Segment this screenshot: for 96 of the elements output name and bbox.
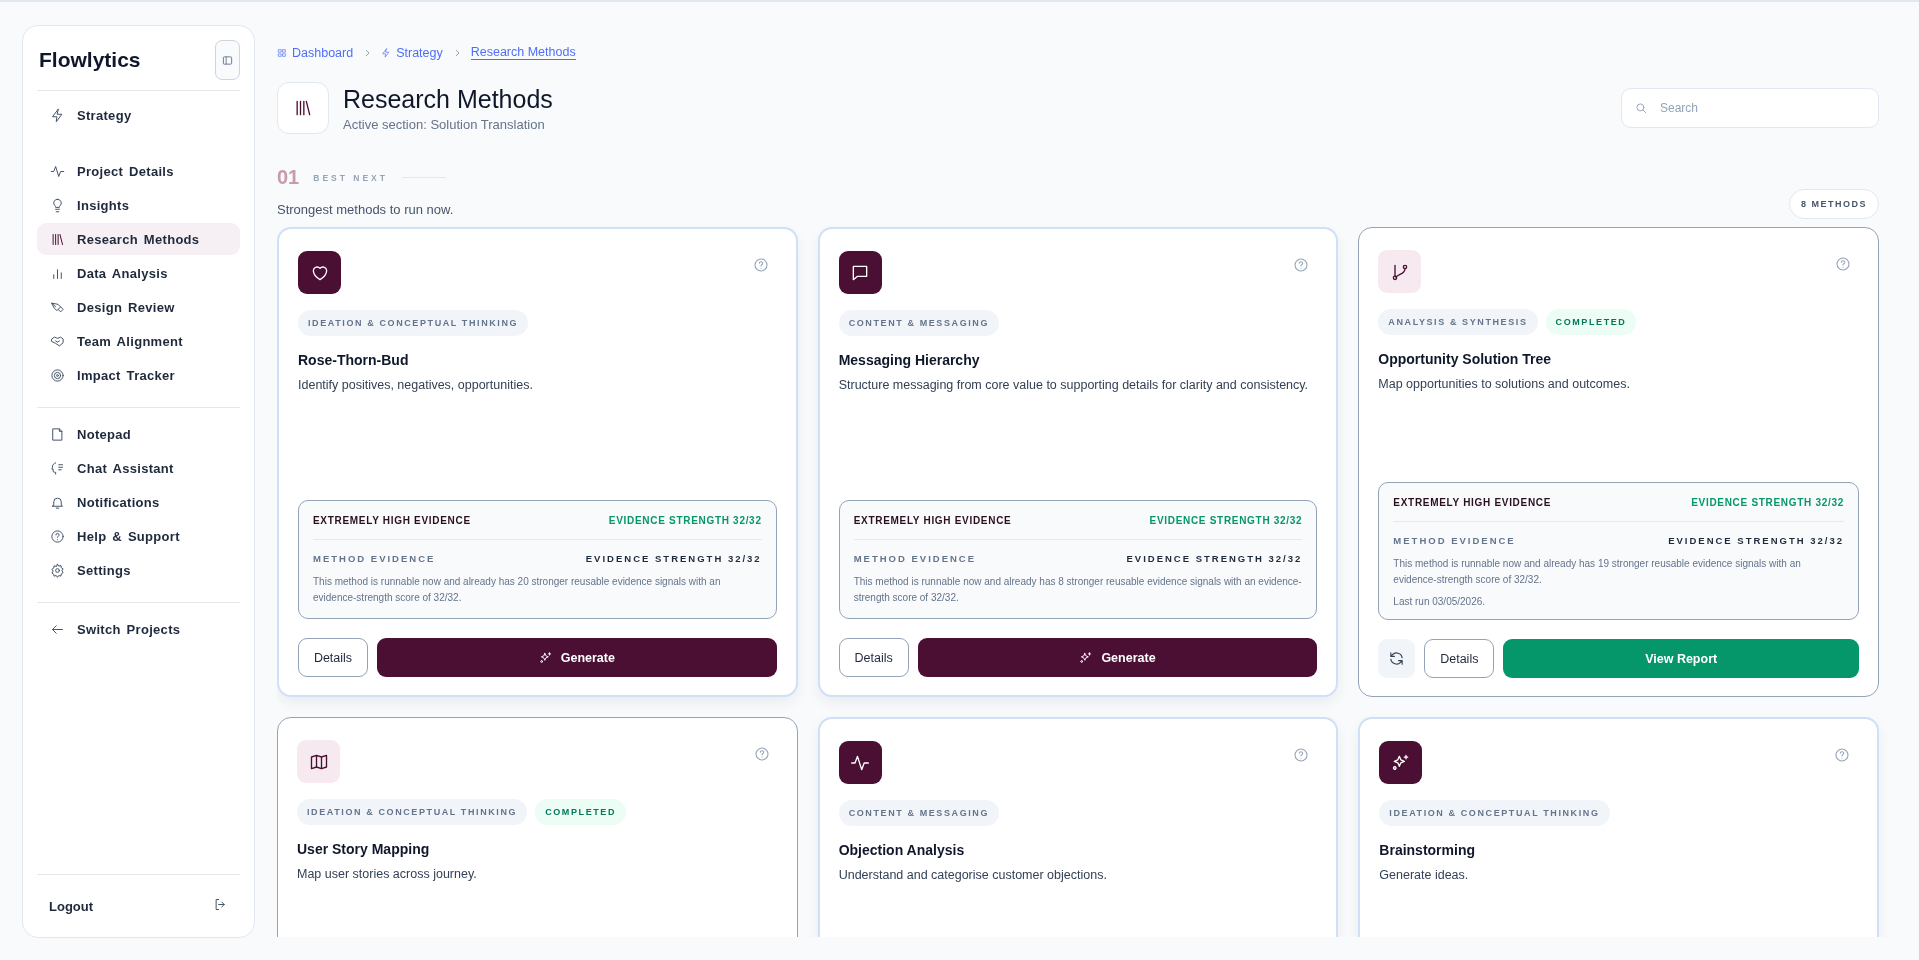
generate-button[interactable]: Generate xyxy=(917,638,1318,677)
method-title: Messaging Hierarchy xyxy=(838,352,981,368)
evidence-strength: EVIDENCE STRENGTH 32/32 xyxy=(1149,515,1303,526)
method-description: Understand and categorise customer objections. xyxy=(838,868,1108,882)
category-tag: CONTENT & MESSAGING xyxy=(838,800,1000,826)
nav-item[interactable]: Data Analysis xyxy=(37,257,240,289)
evidence-level: EXTREMELY HIGH EVIDENCE xyxy=(313,515,471,526)
category-tag: IDEATION & CONCEPTUAL THINKING xyxy=(1379,800,1610,826)
grid-icon xyxy=(277,47,287,58)
search-field[interactable]: Search xyxy=(1621,88,1879,128)
help-icon[interactable] xyxy=(1293,257,1310,273)
lightning-bolt-icon xyxy=(50,107,65,123)
help-icon xyxy=(50,528,65,544)
help-icon[interactable] xyxy=(1835,256,1851,272)
page-title: Research Methods xyxy=(343,84,553,114)
method-count-badge: 8 METHODS xyxy=(1789,189,1879,219)
nav-item[interactable]: Help & Support xyxy=(37,520,240,552)
status-tag: COMPLETED xyxy=(535,799,627,825)
section-number: 01 xyxy=(277,166,300,189)
chevron-icon xyxy=(363,48,372,57)
nav-item[interactable]: Notepad xyxy=(37,418,240,450)
search-input[interactable]: Search xyxy=(1658,100,1866,116)
help-icon[interactable] xyxy=(1834,747,1850,763)
sparkles-icon xyxy=(1079,650,1094,665)
evidence-note: This method is runnable now and already has 19 stronger reusable evidence signals with an evidence-strength score of 32/32. xyxy=(1393,557,1802,587)
nav-item[interactable]: Team Alignment xyxy=(37,325,240,357)
refresh-button[interactable] xyxy=(1378,639,1416,678)
settings-icon xyxy=(50,562,65,578)
details-button[interactable]: Details xyxy=(838,638,909,677)
help-icon[interactable] xyxy=(1293,747,1310,763)
evidence-strength: EVIDENCE STRENGTH 32/32 xyxy=(1691,497,1844,508)
books-icon xyxy=(50,231,65,247)
method-title: User Story Mapping xyxy=(297,841,431,857)
method-evidence-label: METHOD EVIDENCE xyxy=(853,553,977,564)
breadcrumb-link[interactable]: Strategy xyxy=(381,45,443,60)
search-icon xyxy=(1634,101,1648,115)
evidence-level: EXTREMELY HIGH EVIDENCE xyxy=(853,515,1012,526)
evidence-strength: EVIDENCE STRENGTH 32/32 xyxy=(585,553,762,564)
pulse-line-icon xyxy=(50,163,65,179)
evidence-level: EXTREMELY HIGH EVIDENCE xyxy=(1393,497,1552,508)
method-title: Opportunity Solution Tree xyxy=(1378,351,1552,367)
nav-item[interactable]: Impact Tracker xyxy=(37,359,240,391)
method-description: Identify positives, negatives, opportunities. xyxy=(298,378,534,392)
generate-button[interactable]: Generate xyxy=(377,638,777,677)
method-description: Map user stories across journey. xyxy=(297,867,478,881)
help-icon[interactable] xyxy=(752,257,769,273)
status-tag: COMPLETED xyxy=(1545,309,1637,335)
evidence-strength: EVIDENCE STRENGTH 32/32 xyxy=(1668,535,1844,546)
bell-icon xyxy=(50,494,65,510)
section-label: BEST NEXT xyxy=(313,172,388,183)
method-title: Objection Analysis xyxy=(838,842,966,858)
lightning-bolt-icon xyxy=(381,47,392,58)
category-tag: CONTENT & MESSAGING xyxy=(838,310,1000,336)
panel-icon xyxy=(222,54,233,66)
logout-icon[interactable] xyxy=(213,896,228,912)
method-description: Structure messaging from core value to supporting details for clarity and consistency. xyxy=(838,378,1310,392)
page-subtitle: Active section: Solution Translation xyxy=(343,116,546,132)
method-description: Generate ideas. xyxy=(1379,868,1470,882)
breadcrumb-link[interactable]: Dashboard xyxy=(277,45,354,60)
nav-item[interactable]: Research Methods xyxy=(37,223,240,255)
target-icon xyxy=(50,367,65,383)
nav-item[interactable]: Strategy xyxy=(37,99,240,131)
nav-item[interactable]: Settings xyxy=(37,554,240,586)
note-icon xyxy=(50,426,65,442)
sparkles-icon xyxy=(1390,752,1411,773)
evidence-strength: EVIDENCE STRENGTH 32/32 xyxy=(608,515,762,526)
refresh-icon xyxy=(1388,650,1406,667)
method-description: Map opportunities to solutions and outcomes. xyxy=(1378,377,1631,391)
details-button[interactable]: Details xyxy=(298,638,368,677)
category-tag: IDEATION & CONCEPTUAL THINKING xyxy=(297,799,528,825)
method-title: Brainstorming xyxy=(1379,842,1476,858)
view-report-button[interactable]: View Report xyxy=(1503,639,1859,678)
sparkles-icon xyxy=(538,650,553,665)
nav-item[interactable]: Notifications xyxy=(37,486,240,518)
nav-item[interactable]: Switch Projects xyxy=(37,613,240,645)
method-title: Rose-Thorn-Bud xyxy=(298,352,410,368)
details-button[interactable]: Details xyxy=(1424,639,1495,678)
nav-item[interactable]: Chat Assistant xyxy=(37,452,240,484)
breadcrumb-link[interactable]: Research Methods xyxy=(470,45,576,60)
evidence-note: This method is runnable now and already has 8 stronger reusable evidence signals with an evidence-strength score of 32/32. xyxy=(853,575,1303,605)
nav-item[interactable]: Design Review xyxy=(37,291,240,323)
brand-name: Flowlytics xyxy=(39,48,141,72)
logout-link[interactable]: Logout xyxy=(49,898,94,914)
section-subtitle: Strongest methods to run now. xyxy=(277,202,454,219)
evidence-note: This method is runnable now and already has 20 stronger reusable evidence signals with an evidence-strength score of 32/32. xyxy=(313,575,722,605)
category-tag: ANALYSIS & SYNTHESIS xyxy=(1378,309,1538,335)
help-icon[interactable] xyxy=(753,746,770,762)
nav-item[interactable]: Project Details xyxy=(37,155,240,187)
lightbulb-icon xyxy=(50,197,65,213)
category-tag: IDEATION & CONCEPTUAL THINKING xyxy=(298,310,529,336)
evidence-strength: EVIDENCE STRENGTH 32/32 xyxy=(1126,553,1303,564)
nav-item[interactable]: Insights xyxy=(37,189,240,221)
last-run-date: Last run 03/05/2026. xyxy=(1393,596,1487,607)
collapse-sidebar-button[interactable] xyxy=(215,40,240,80)
method-evidence-label: METHOD EVIDENCE xyxy=(313,553,436,564)
method-evidence-label: METHOD EVIDENCE xyxy=(1393,535,1516,546)
